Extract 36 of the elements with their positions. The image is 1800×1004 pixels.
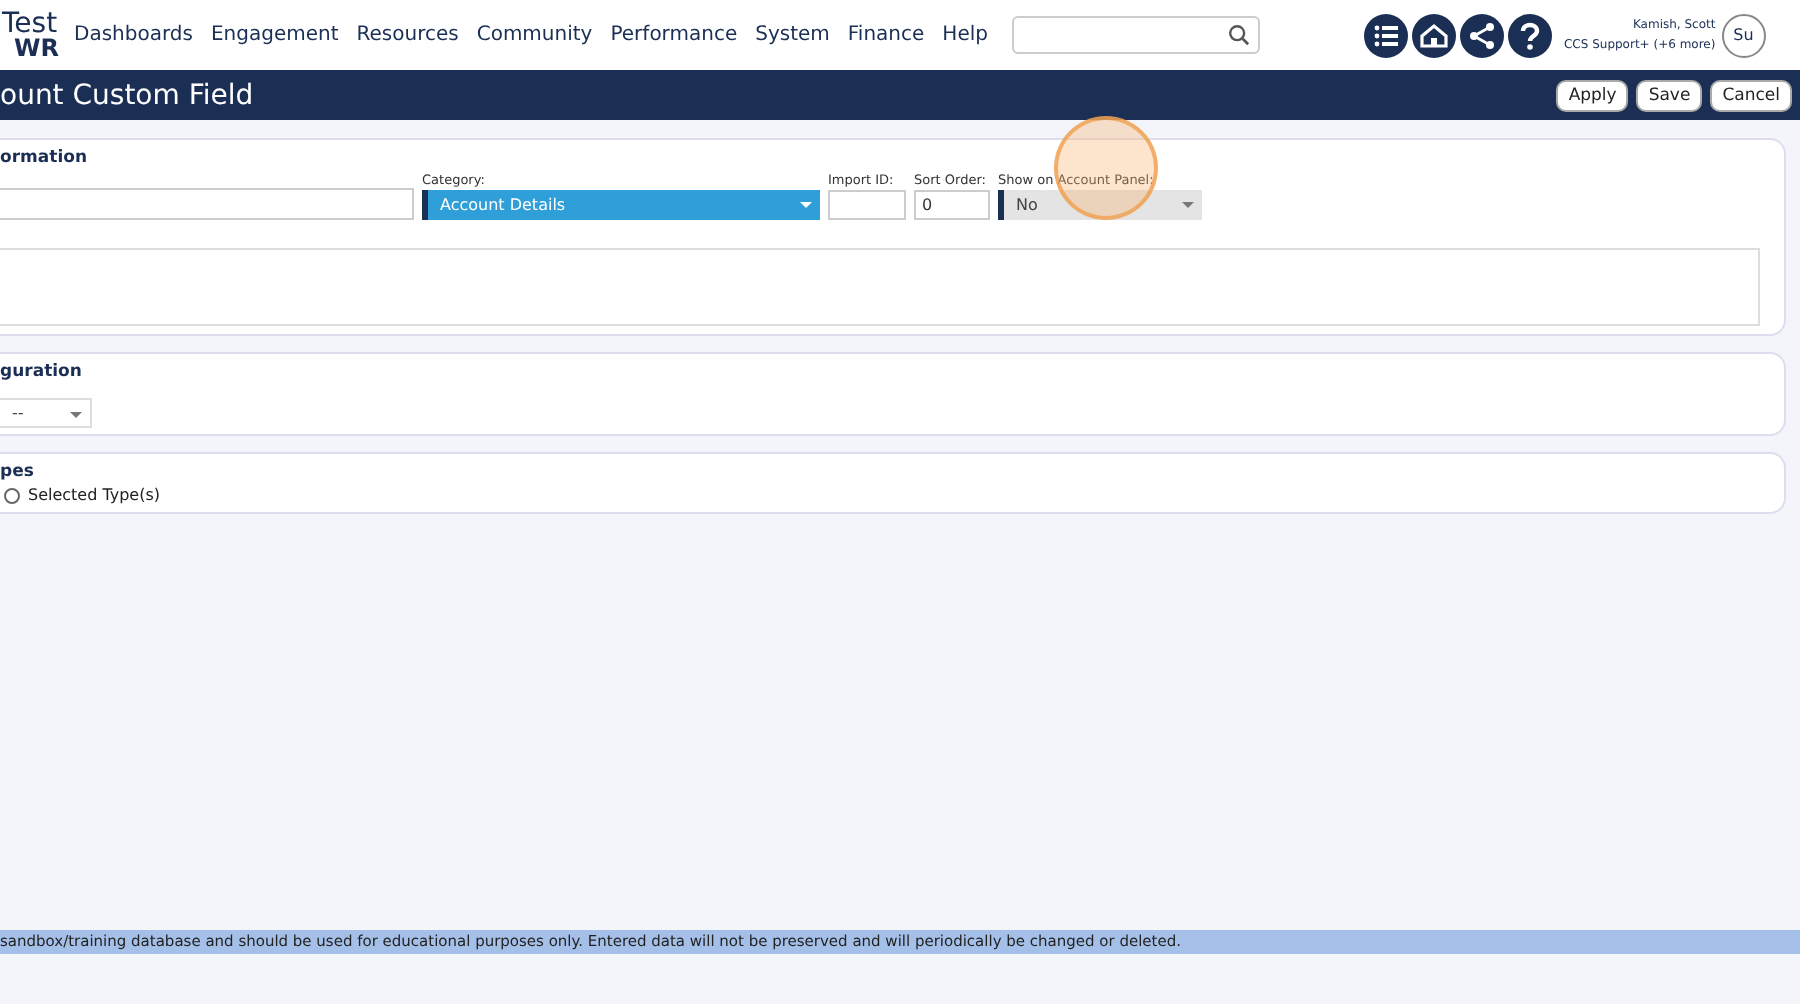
logo-text: WR bbox=[12, 35, 61, 59]
action-button[interactable]: Apply bbox=[1556, 79, 1629, 111]
panel-select[interactable]: No bbox=[998, 190, 1202, 220]
section-heading: guration bbox=[0, 362, 84, 382]
search-icon bbox=[1227, 24, 1250, 46]
radio-button[interactable] bbox=[4, 487, 20, 503]
nav-link[interactable]: Help bbox=[942, 24, 988, 46]
help-icon[interactable] bbox=[1507, 13, 1552, 57]
list-icon[interactable] bbox=[1363, 13, 1408, 57]
nav-link[interactable]: Resources bbox=[356, 24, 459, 46]
nav-link[interactable]: Engagement bbox=[210, 24, 339, 46]
logo[interactable]: Test WR bbox=[2, 11, 62, 59]
nav-link[interactable]: Dashboards bbox=[74, 24, 193, 46]
nav-link[interactable]: Performance bbox=[610, 24, 738, 46]
config-select[interactable]: -- bbox=[0, 398, 92, 428]
home-icon[interactable] bbox=[1411, 13, 1456, 57]
description-field[interactable] bbox=[0, 248, 1760, 326]
radio-label[interactable]: Selected Type(s) bbox=[28, 486, 161, 504]
avatar[interactable]: Su bbox=[1721, 13, 1766, 57]
nav-link[interactable]: Community bbox=[476, 24, 593, 46]
logo-text: Test bbox=[2, 11, 58, 35]
search-field[interactable] bbox=[1011, 16, 1260, 54]
page-title: ount Custom Field bbox=[0, 79, 254, 111]
caret-icon bbox=[70, 412, 82, 418]
share-icon[interactable] bbox=[1459, 13, 1504, 57]
nav-link[interactable]: Finance bbox=[847, 24, 925, 46]
action-button[interactable]: Save bbox=[1636, 79, 1703, 111]
import-id-field[interactable] bbox=[828, 190, 906, 220]
section-heading: pes bbox=[0, 462, 36, 482]
nav-link[interactable]: System bbox=[755, 24, 830, 46]
action-button[interactable]: Cancel bbox=[1710, 79, 1792, 111]
caret-icon bbox=[800, 202, 812, 208]
section-heading: ormation bbox=[0, 148, 89, 168]
name-field[interactable] bbox=[0, 188, 414, 220]
caret-icon bbox=[1182, 202, 1194, 208]
sort-order-field[interactable]: 0 bbox=[914, 190, 990, 220]
